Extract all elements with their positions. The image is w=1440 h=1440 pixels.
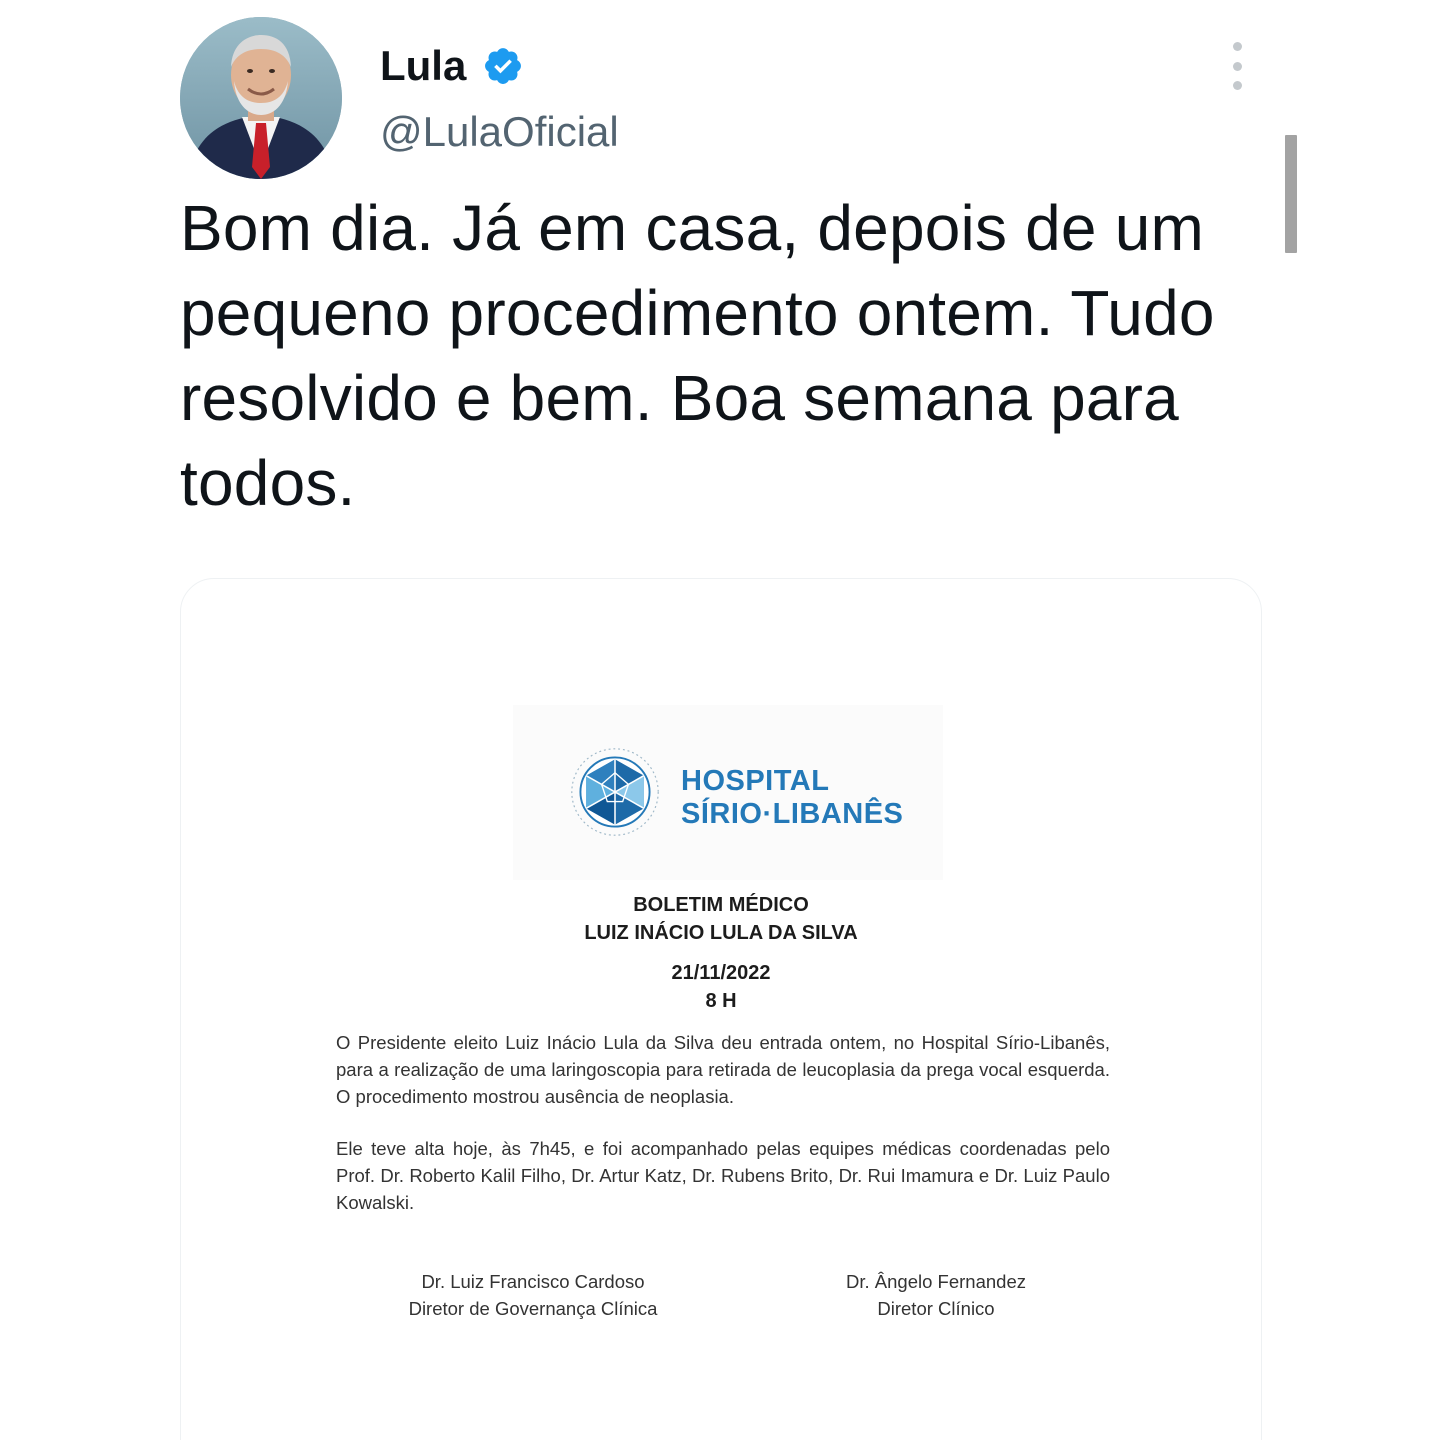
hospital-logo-icon: [571, 748, 659, 836]
bulletin-title: BOLETIM MÉDICO: [633, 894, 809, 916]
bulletin-paragraph-1: O Presidente eleito Luiz Inácio Lula da …: [336, 1032, 1110, 1107]
avatar-image: [180, 17, 342, 179]
avatar[interactable]: [180, 17, 342, 179]
signature-role: Diretor Clínico: [877, 1298, 995, 1319]
more-vertical-icon[interactable]: [1222, 42, 1252, 90]
dot: [1232, 42, 1242, 51]
signature-name: Dr. Luiz Francisco Cardoso: [421, 1271, 645, 1292]
author-handle[interactable]: @LulaOficial: [380, 106, 619, 158]
dot: [1232, 61, 1242, 71]
signature-block-1: Dr. Luiz Francisco Cardoso Diretor de Go…: [381, 1268, 685, 1322]
bulletin-date: 21/11/2022: [671, 962, 771, 984]
signature-name: Dr. Ângelo Fernandez: [846, 1271, 1026, 1292]
dot: [1232, 81, 1242, 90]
hospital-name-line2: SÍRIO·LIBANÊS: [681, 798, 904, 830]
hospital-name: HOSPITAL SÍRIO·LIBANÊS: [681, 765, 903, 831]
bulletin-time: 8 H: [705, 990, 737, 1012]
signature-block-2: Dr. Ângelo Fernandez Diretor Clínico: [801, 1268, 1071, 1322]
verified-badge-icon: [485, 48, 522, 84]
tweet-media-card[interactable]: HOSPITAL SÍRIO·LIBANÊS BOLETIM MÉDICO LU…: [180, 578, 1262, 1440]
tweet-text: Bom dia. Já em casa, depois de um pequen…: [180, 192, 1215, 519]
bulletin-paragraph-2: Ele teve alta hoje, às 7h45, e foi acomp…: [336, 1138, 1110, 1213]
signature-role: Diretor de Governança Clínica: [408, 1298, 658, 1319]
scrollbar-thumb[interactable]: [1285, 135, 1297, 253]
author-display-name[interactable]: Lula: [380, 40, 466, 92]
bulletin-patient-name: LUIZ INÁCIO LULA DA SILVA: [584, 922, 858, 944]
medical-bulletin-image: HOSPITAL SÍRIO·LIBANÊS BOLETIM MÉDICO LU…: [181, 579, 1261, 1440]
hospital-name-line1: HOSPITAL: [681, 765, 830, 797]
author-name-row: Lula: [380, 40, 524, 92]
